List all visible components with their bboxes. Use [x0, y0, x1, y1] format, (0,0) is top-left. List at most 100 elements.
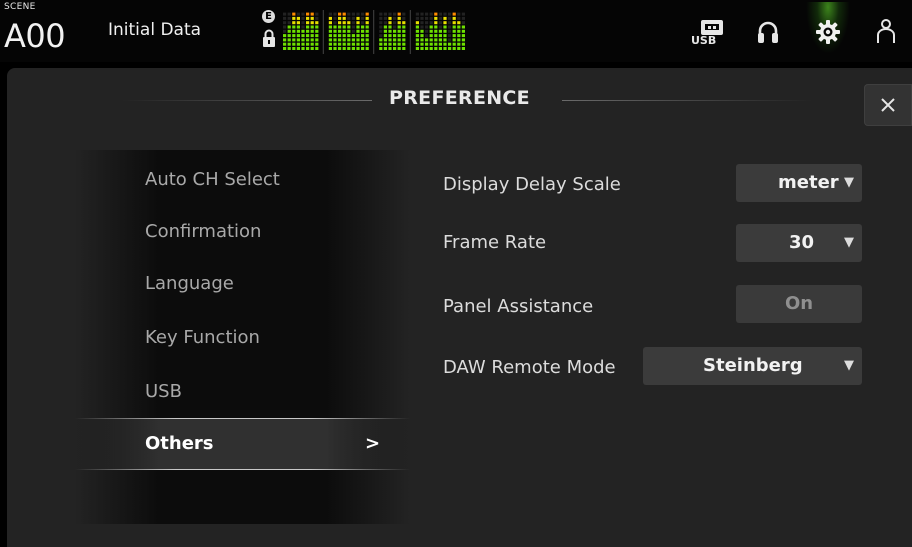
- meter-segment: [310, 12, 314, 16]
- meter-segment: [452, 12, 456, 16]
- meter-segment: [301, 25, 305, 29]
- meter-segment: [402, 34, 406, 38]
- meter-segment: [420, 34, 424, 38]
- menu-item-language[interactable]: Language: [75, 258, 410, 310]
- meter-segment: [361, 42, 365, 46]
- meter-segment: [420, 38, 424, 42]
- menu-item-auto-ch-select[interactable]: Auto CH Select: [75, 154, 410, 206]
- meter-segment: [438, 21, 442, 25]
- meter-segment: [457, 42, 461, 46]
- meter-segment: [328, 16, 332, 20]
- meter-segment: [443, 34, 447, 38]
- meter-segment: [342, 42, 346, 46]
- meter-segment: [338, 47, 342, 50]
- meter-segment: [356, 47, 360, 50]
- meter-segment: [393, 21, 397, 25]
- meter-segment: [397, 16, 401, 20]
- meter-segment: [296, 21, 300, 25]
- daw-remote-mode-dropdown[interactable]: Steinberg ▼: [643, 347, 862, 385]
- meter-segment: [333, 29, 337, 33]
- meter-segment: [443, 16, 447, 20]
- meter-segment: [457, 25, 461, 29]
- meter-segment: [283, 34, 287, 38]
- meter-segment: [283, 38, 287, 42]
- meter-segment: [356, 12, 360, 16]
- meter-segment: [292, 34, 296, 38]
- meter-segment: [328, 29, 332, 33]
- meter-segment: [347, 29, 351, 33]
- meter-segment: [283, 25, 287, 29]
- meter-segment: [397, 42, 401, 46]
- meter-segment: [361, 29, 365, 33]
- lock-icon[interactable]: [262, 28, 276, 48]
- meter-segment: [402, 38, 406, 42]
- meter-segment: [365, 16, 369, 20]
- meter-segment: [420, 25, 424, 29]
- meter-segment: [425, 29, 429, 33]
- meter-segment: [347, 42, 351, 46]
- meter-segment: [283, 42, 287, 46]
- meter-segment: [287, 12, 291, 16]
- meter-segment: [452, 21, 456, 25]
- meter-segment: [296, 16, 300, 20]
- meter-segment: [402, 29, 406, 33]
- meter-segment: [438, 42, 442, 46]
- panel-assistance-toggle[interactable]: On: [736, 285, 862, 323]
- scene-number[interactable]: A00: [4, 16, 66, 56]
- close-button[interactable]: [864, 84, 912, 126]
- meter-segment: [393, 34, 397, 38]
- menu-item-label: Others: [145, 433, 214, 454]
- meter-segment: [443, 12, 447, 16]
- meter-segment: [328, 25, 332, 29]
- meter-segment: [306, 42, 310, 46]
- meter-segment: [296, 47, 300, 50]
- meter-segment: [351, 29, 355, 33]
- meter-segment: [310, 25, 314, 29]
- meter-segment: [388, 29, 392, 33]
- meter-segment: [388, 34, 392, 38]
- meter-segment: [448, 25, 452, 29]
- meter-segment: [287, 25, 291, 29]
- display-delay-scale-dropdown[interactable]: meter ▼: [736, 164, 862, 202]
- meter-segment: [333, 42, 337, 46]
- menu-item-key-function[interactable]: Key Function: [75, 312, 410, 364]
- meter-segment: [434, 12, 438, 16]
- meter-segment: [296, 42, 300, 46]
- menu-item-label: Key Function: [145, 327, 260, 348]
- meter-segment: [415, 38, 419, 42]
- user-icon[interactable]: [876, 18, 896, 46]
- meter-segment: [434, 25, 438, 29]
- lock-stack: E: [262, 10, 276, 54]
- edit-badge: E: [262, 10, 275, 23]
- meter-segment: [333, 47, 337, 50]
- meter-segment: [388, 38, 392, 42]
- frame-rate-dropdown[interactable]: 30 ▼: [736, 224, 862, 262]
- headphones-icon[interactable]: [757, 18, 779, 46]
- menu-item-usb[interactable]: USB: [75, 366, 410, 418]
- meter-segment: [338, 25, 342, 29]
- meter-segment: [448, 38, 452, 42]
- menu-item-others[interactable]: Others >: [75, 418, 410, 470]
- meter-segment: [457, 16, 461, 20]
- meter-separator: [373, 10, 375, 54]
- meter-segment: [429, 16, 433, 20]
- meter-segment: [333, 16, 337, 20]
- meter-segment: [452, 38, 456, 42]
- meter-segment: [397, 38, 401, 42]
- meter-segment: [425, 25, 429, 29]
- usb-icon[interactable]: USB: [690, 18, 730, 46]
- meter-segment: [388, 16, 392, 20]
- meter-segment: [434, 16, 438, 20]
- gear-icon[interactable]: [816, 20, 840, 44]
- meter-segment: [420, 16, 424, 20]
- meter-segment: [338, 16, 342, 20]
- scene-title[interactable]: Initial Data: [108, 20, 201, 40]
- meter-segment: [461, 42, 465, 46]
- meter-segment: [402, 21, 406, 25]
- meter-segment: [388, 12, 392, 16]
- meter-segment: [383, 29, 387, 33]
- display-delay-scale-label: Display Delay Scale: [443, 174, 621, 195]
- menu-item-confirmation[interactable]: Confirmation: [75, 206, 410, 258]
- level-meters[interactable]: [283, 10, 628, 54]
- meter-segment: [452, 29, 456, 33]
